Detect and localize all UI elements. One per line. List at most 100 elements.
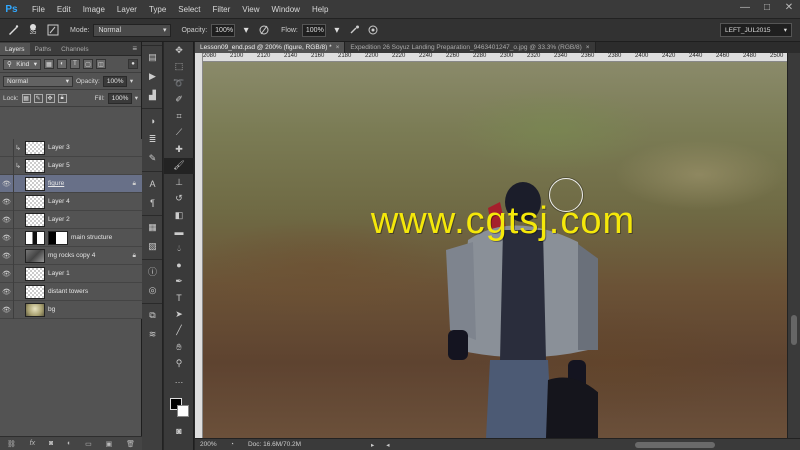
eye-icon[interactable]: 👁︎ bbox=[0, 246, 14, 265]
layer-fill-input[interactable]: 100% bbox=[107, 92, 132, 104]
menu-image[interactable]: Image bbox=[77, 5, 111, 14]
adjustments-panel-icon[interactable]: ◑ bbox=[142, 111, 163, 130]
adjustment-layer-icon[interactable]: ◐ bbox=[67, 440, 71, 447]
ruler-horizontal[interactable]: 2080 2100 2120 2140 2160 2180 2200 2220 … bbox=[203, 53, 793, 62]
marquee-tool-icon[interactable]: ⬚ bbox=[164, 59, 194, 76]
paragraph-panel-icon[interactable]: ¶ bbox=[142, 193, 163, 212]
swatches-panel-icon[interactable]: ▦ bbox=[142, 218, 163, 237]
filter-shape-icon[interactable]: ▢ bbox=[83, 59, 93, 69]
eye-icon[interactable]: 👁︎ bbox=[0, 228, 14, 247]
menu-window[interactable]: Window bbox=[266, 5, 306, 14]
type-tool-icon[interactable]: T bbox=[164, 290, 194, 307]
flow-input[interactable]: 100% bbox=[301, 23, 326, 37]
actions-panel-icon[interactable]: ▶ bbox=[142, 67, 163, 86]
minimize-button[interactable]: — bbox=[738, 2, 752, 13]
line-tool-icon[interactable]: ╱ bbox=[164, 323, 194, 340]
kind-filter-select[interactable]: ⚲ Kind ▾ bbox=[3, 58, 41, 70]
brush-preset-picker[interactable]: 35 bbox=[24, 23, 42, 37]
menu-view[interactable]: View bbox=[236, 5, 265, 14]
quick-mask-icon[interactable]: ◙ bbox=[164, 423, 194, 440]
eye-icon[interactable]: 👁︎ bbox=[0, 282, 14, 301]
layer-row[interactable]: 👁︎ bg bbox=[0, 300, 142, 319]
chevron-down-icon[interactable]: ▾ bbox=[130, 77, 133, 85]
layer-opacity-input[interactable]: 100% bbox=[102, 75, 127, 87]
airbrush-icon[interactable] bbox=[348, 23, 362, 37]
brush-panel-icon[interactable]: ✎ bbox=[142, 149, 163, 168]
ruler-vertical[interactable] bbox=[195, 53, 203, 438]
close-icon[interactable]: × bbox=[336, 44, 340, 51]
styles-panel-icon[interactable]: ▧ bbox=[142, 237, 163, 256]
document-canvas[interactable]: www.cgtsj.com bbox=[203, 62, 787, 438]
clone-source-panel-icon[interactable]: ⧉ bbox=[142, 306, 163, 325]
lock-image-icon[interactable]: ✎ bbox=[33, 93, 43, 103]
crop-tool-icon[interactable]: ⌗ bbox=[164, 108, 194, 125]
zoom-level[interactable]: 200% bbox=[200, 441, 222, 448]
eye-icon[interactable]: 👁︎ bbox=[0, 300, 14, 319]
color-swatches[interactable] bbox=[170, 398, 192, 420]
eye-icon[interactable]: 👁︎ bbox=[0, 210, 14, 229]
menu-edit[interactable]: Edit bbox=[51, 5, 77, 14]
menu-help[interactable]: Help bbox=[306, 5, 334, 14]
info-panel-icon[interactable]: ⓘ bbox=[142, 262, 163, 281]
eye-icon[interactable]: 👁︎ bbox=[0, 174, 14, 193]
pressure-size-icon[interactable] bbox=[366, 23, 380, 37]
navigator-panel-icon[interactable]: ◎ bbox=[142, 281, 163, 300]
opacity-input[interactable]: 100% bbox=[211, 23, 236, 37]
histogram-panel-icon[interactable]: ▟ bbox=[142, 86, 163, 105]
link-layers-icon[interactable]: ⛓ bbox=[7, 440, 16, 448]
filter-pixel-icon[interactable]: ▦ bbox=[44, 59, 54, 69]
pen-tool-icon[interactable]: ✒ bbox=[164, 273, 194, 290]
history-brush-tool-icon[interactable]: ↺ bbox=[164, 191, 194, 208]
tab-document[interactable]: Expedition 26 Soyuz Landing Preparation_… bbox=[345, 42, 596, 53]
lock-position-icon[interactable]: ✥ bbox=[45, 93, 55, 103]
layer-row[interactable]: ↳ Layer 3 bbox=[0, 138, 142, 157]
filter-toggle-icon[interactable]: ● bbox=[128, 59, 138, 69]
lock-transparent-icon[interactable]: ▦ bbox=[21, 93, 31, 103]
blur-tool-icon[interactable]: 💧︎ bbox=[164, 240, 194, 257]
flow-dropdown-icon[interactable]: ▾ bbox=[330, 23, 344, 37]
scrollbar-thumb[interactable] bbox=[791, 315, 797, 345]
layer-row[interactable]: ↳ Layer 5 bbox=[0, 156, 142, 175]
panel-menu-icon[interactable]: ≡ bbox=[132, 44, 137, 53]
layer-row[interactable]: 👁︎ main structure bbox=[0, 228, 142, 247]
properties-panel-icon[interactable]: ≣ bbox=[142, 130, 163, 149]
dodge-tool-icon[interactable]: ● bbox=[164, 257, 194, 274]
filter-smart-object-icon[interactable]: ◫ bbox=[96, 59, 106, 69]
eyedropper-tool-icon[interactable]: ⟋ bbox=[164, 125, 194, 142]
menu-file[interactable]: File bbox=[26, 5, 51, 14]
layer-row[interactable]: 👁︎ mg rocks copy 4 🔒︎ bbox=[0, 246, 142, 265]
layer-style-icon[interactable]: fx bbox=[30, 440, 35, 447]
chevron-down-icon[interactable]: ▾ bbox=[135, 94, 138, 102]
pressure-opacity-icon[interactable] bbox=[257, 23, 271, 37]
path-selection-tool-icon[interactable]: ➤ bbox=[164, 306, 194, 323]
new-group-icon[interactable]: ▭ bbox=[85, 440, 92, 448]
channels-panel-icon[interactable]: ≋ bbox=[142, 325, 163, 344]
blend-mode-select[interactable]: Normal ▾ bbox=[3, 75, 73, 87]
menu-type[interactable]: Type bbox=[143, 5, 172, 14]
add-mask-icon[interactable]: ◙ bbox=[49, 440, 53, 447]
clone-stamp-tool-icon[interactable]: ⊥ bbox=[164, 174, 194, 191]
tab-paths[interactable]: Paths bbox=[30, 43, 57, 55]
menu-select[interactable]: Select bbox=[172, 5, 206, 14]
filter-adjustment-icon[interactable]: ◐ bbox=[57, 59, 67, 69]
maximize-button[interactable]: □ bbox=[760, 2, 774, 13]
history-panel-icon[interactable]: ▤ bbox=[142, 48, 163, 67]
workspace-select[interactable]: LEFT_JUL2015 ▾ bbox=[720, 23, 792, 37]
tab-layers[interactable]: Layers bbox=[0, 43, 30, 55]
layer-name[interactable]: figure bbox=[48, 180, 133, 187]
layer-row[interactable]: 👁︎ distant towers bbox=[0, 282, 142, 301]
layer-row-selected[interactable]: 👁︎ figure 🔒︎ bbox=[0, 174, 142, 193]
horizontal-scrollbar-thumb[interactable] bbox=[635, 442, 715, 448]
character-panel-icon[interactable]: A bbox=[142, 174, 163, 193]
lasso-tool-icon[interactable]: ➰ bbox=[164, 75, 194, 92]
tab-channels[interactable]: Channels bbox=[56, 43, 93, 55]
brush-tool-icon[interactable] bbox=[6, 23, 20, 37]
share-icon[interactable]: ◔ bbox=[230, 441, 234, 448]
move-tool-icon[interactable]: ✥ bbox=[164, 42, 194, 59]
layer-row[interactable]: 👁︎ Layer 4 bbox=[0, 192, 142, 211]
gradient-tool-icon[interactable]: ▬ bbox=[164, 224, 194, 241]
close-icon[interactable]: × bbox=[586, 44, 590, 51]
eraser-tool-icon[interactable]: ◧ bbox=[164, 207, 194, 224]
mode-select[interactable]: Normal ▾ bbox=[93, 23, 172, 37]
opacity-dropdown-icon[interactable]: ▾ bbox=[239, 23, 253, 37]
